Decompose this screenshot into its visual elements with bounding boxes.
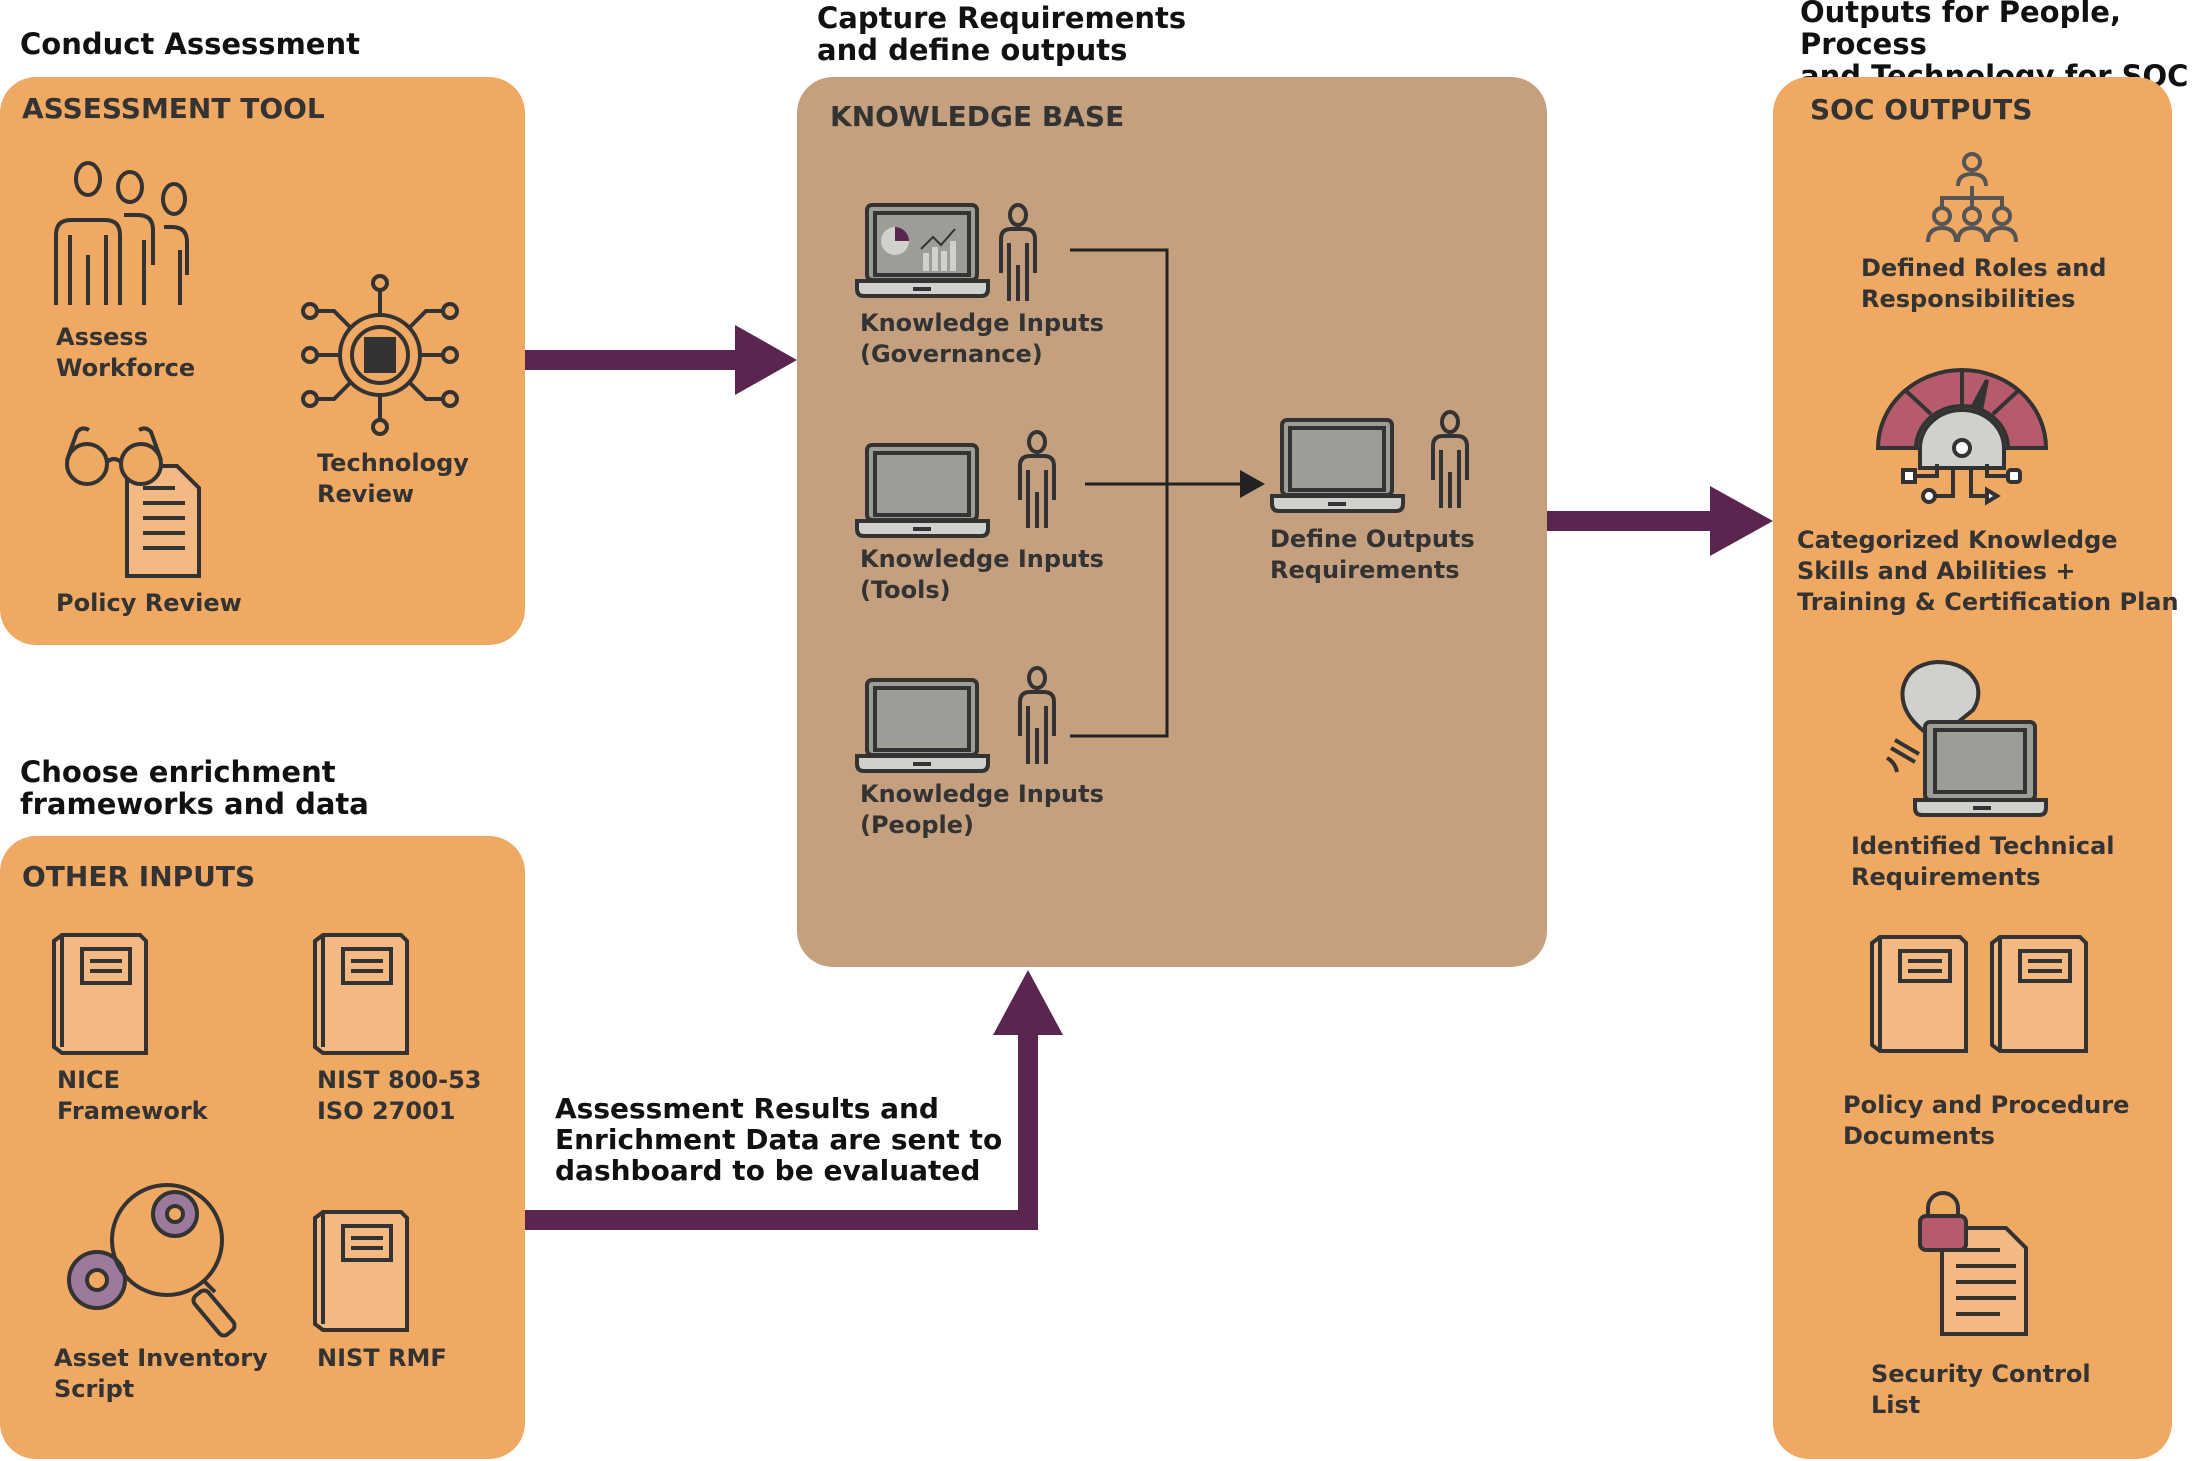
laptop-icon — [1270, 418, 1405, 513]
laptop-icon — [855, 443, 990, 538]
label-line: Define Outputs — [1270, 525, 1475, 553]
soc-output-label: Identified Technical Requirements — [1851, 831, 2115, 893]
arrow-kb-to-soc — [1547, 486, 1773, 556]
label-line: Responsibilities — [1861, 285, 2076, 313]
flow-label-line: Assessment Results and — [555, 1092, 939, 1125]
nist-800-53-label: NIST 800-53 ISO 27001 — [317, 1065, 481, 1127]
soc-output-label: Categorized Knowledge Skills and Abiliti… — [1797, 525, 2179, 618]
assess-workforce-label: Assess Workforce — [56, 322, 195, 384]
nice-framework-label: NICE Framework — [57, 1065, 208, 1127]
label-line: Asset Inventory — [54, 1344, 268, 1372]
label-line: Requirements — [1270, 556, 1460, 584]
flow-label-line: Enrichment Data are sent to — [555, 1123, 1003, 1156]
label-line: (People) — [860, 811, 974, 839]
workforce-icon — [54, 161, 189, 305]
knowledge-inputs-governance-label: Knowledge Inputs (Governance) — [860, 308, 1104, 370]
org-chart-icon — [1926, 152, 2018, 243]
flow-label-line: dashboard to be evaluated — [555, 1154, 981, 1187]
label-line: Knowledge Inputs — [860, 545, 1104, 573]
label-line: Script — [54, 1375, 135, 1403]
label-line: Knowledge Inputs — [860, 309, 1104, 337]
arrow-assessment-to-kb — [525, 325, 797, 395]
policy-review-label: Policy Review — [56, 589, 242, 617]
technology-gear-icon — [301, 274, 459, 436]
label-line: ISO 27001 — [317, 1097, 456, 1125]
label-line: Framework — [57, 1097, 208, 1125]
lock-document-icon — [1918, 1191, 2028, 1336]
label-line: Knowledge Inputs — [860, 780, 1104, 808]
soc-output-label: Defined Roles and Responsibilities — [1861, 253, 2106, 315]
soc-outputs-title: SOC OUTPUTS — [1810, 93, 2033, 126]
person-icon — [1018, 666, 1056, 764]
asset-inventory-label: Asset Inventory Script — [54, 1343, 268, 1405]
label-line: NIST 800-53 — [317, 1066, 482, 1094]
label-line: List — [1871, 1391, 1921, 1419]
knowledge-base-title: KNOWLEDGE BASE — [830, 100, 1125, 133]
knowledge-inputs-tools-label: Knowledge Inputs (Tools) — [860, 544, 1104, 606]
label-line: (Governance) — [860, 340, 1043, 368]
book-icon — [52, 933, 148, 1055]
lightbulb-laptop-icon — [1886, 659, 2048, 817]
label-line: Skills and Abilities + — [1797, 557, 2076, 585]
soc-output-label: Policy and Procedure Documents — [1843, 1090, 2129, 1152]
label-line: Requirements — [1851, 863, 2041, 891]
define-outputs-label: Define Outputs Requirements — [1270, 524, 1475, 586]
gear-search-icon — [67, 1183, 237, 1338]
laptop-dashboard-icon — [855, 203, 990, 298]
other-inputs-title: OTHER INPUTS — [22, 860, 256, 893]
technology-review-label: Technology Review — [317, 448, 469, 510]
label-line: Training & Certification Plan — [1797, 588, 2179, 616]
person-icon — [1431, 410, 1469, 508]
book-icon — [313, 933, 409, 1055]
label-line: Documents — [1843, 1122, 1995, 1150]
label-line: Workforce — [56, 354, 196, 382]
person-icon — [1018, 430, 1056, 528]
soc-output-label: Security Control List — [1871, 1359, 2091, 1421]
label-line: Identified Technical — [1851, 832, 2115, 860]
label-line: Assess — [56, 323, 148, 351]
knowledge-inputs-people-label: Knowledge Inputs (People) — [860, 779, 1104, 841]
connector-arrowhead — [1240, 470, 1265, 498]
label-line: Technology — [317, 449, 469, 477]
assessment-tool-title: ASSESSMENT TOOL — [22, 92, 325, 125]
label-line: (Tools) — [860, 576, 951, 604]
label-line: Defined Roles and — [1861, 254, 2107, 282]
label-line: NICE — [57, 1066, 121, 1094]
gauge-gear-icon — [1875, 368, 2049, 506]
laptop-icon — [855, 678, 990, 773]
policy-review-icon — [65, 426, 201, 578]
book-icon — [313, 1210, 409, 1332]
flow-label: Assessment Results and Enrichment Data a… — [555, 1093, 1002, 1186]
books-icon — [1870, 935, 2088, 1053]
label-line: Policy and Procedure — [1843, 1091, 2130, 1119]
label-line: Security Control — [1871, 1360, 2091, 1388]
label-line: Review — [317, 480, 415, 508]
nist-rmf-label: NIST RMF — [317, 1344, 447, 1372]
person-icon — [999, 203, 1037, 301]
label-line: Categorized Knowledge — [1797, 526, 2118, 554]
